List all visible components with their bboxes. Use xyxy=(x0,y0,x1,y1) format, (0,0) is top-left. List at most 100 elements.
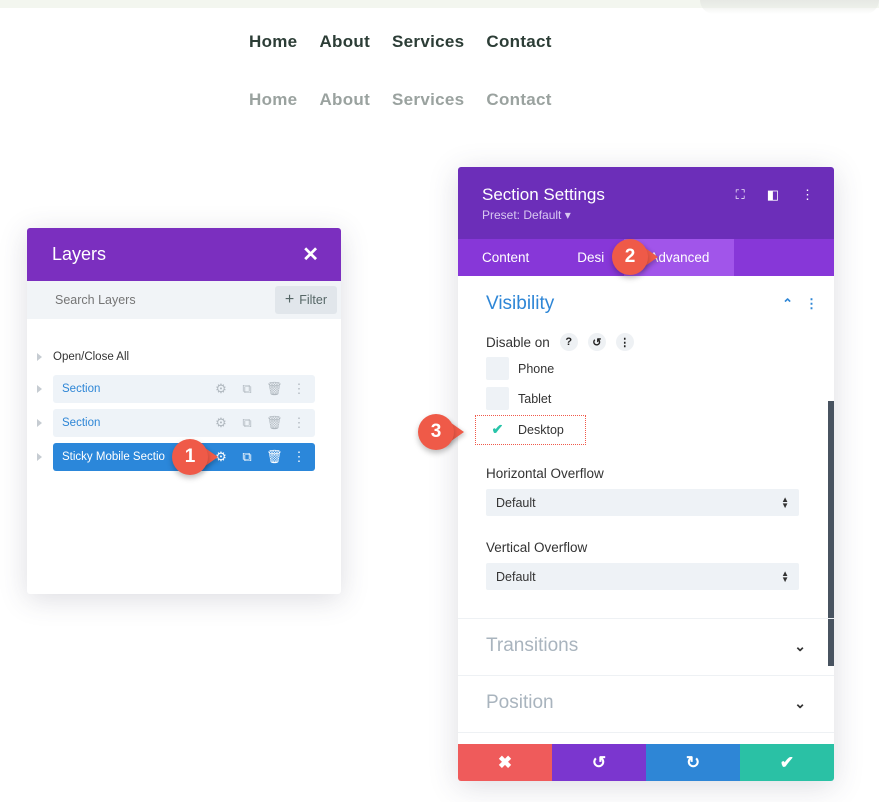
phone-checkbox[interactable] xyxy=(486,357,509,380)
more-icon[interactable]: ⋮ xyxy=(801,187,814,203)
layers-search-bar: + Filter xyxy=(27,281,341,319)
tablet-label: Tablet xyxy=(518,391,552,406)
more-icon[interactable]: ⋮ xyxy=(805,296,818,312)
gear-icon[interactable]: ⚙ xyxy=(214,416,228,430)
phone-label: Phone xyxy=(518,361,555,376)
transitions-section[interactable]: Transitions ⌄ xyxy=(486,635,806,657)
chevron-down-icon[interactable]: ⌄ xyxy=(794,695,806,712)
layers-tree: Open/Close All xyxy=(27,319,341,367)
vertical-overflow-value: Default xyxy=(496,569,536,584)
disable-on-row: Disable on ? ↺ ⋮ xyxy=(486,333,634,351)
preset-dropdown[interactable]: Preset: Default ▾ xyxy=(482,208,810,222)
layer-actions: ⚙ ⧉ 🗑︎ ⋮ xyxy=(214,450,306,464)
more-icon[interactable]: ⋮ xyxy=(292,450,306,464)
nav-link-services[interactable]: Services xyxy=(392,90,464,110)
callout-number: 2 xyxy=(612,239,648,275)
divider xyxy=(458,618,834,619)
chevron-down-icon[interactable]: ⌄ xyxy=(794,638,806,655)
layers-title: Layers xyxy=(52,244,107,264)
gear-icon[interactable]: ⚙ xyxy=(214,382,228,396)
settings-header: Section Settings Preset: Default ▾ ⛶ ◧ ⋮ xyxy=(458,167,834,239)
open-close-all-label: Open/Close All xyxy=(53,351,130,363)
tablet-checkbox[interactable] xyxy=(486,387,509,410)
more-icon[interactable]: ⋮ xyxy=(615,333,634,351)
trash-icon[interactable]: 🗑︎ xyxy=(266,416,283,430)
position-section[interactable]: Position ⌄ xyxy=(486,692,806,714)
save-button[interactable]: ✔ xyxy=(740,744,834,781)
layer-row[interactable]: Section ⚙ ⧉ 🗑︎ ⋮ xyxy=(27,409,341,437)
callout-3: 3 xyxy=(418,414,464,450)
horizontal-overflow-select[interactable]: Default ▲ ▼ xyxy=(486,489,799,516)
vertical-overflow-label: Vertical Overflow xyxy=(486,540,588,555)
trash-icon[interactable]: 🗑︎ xyxy=(266,382,283,396)
vertical-overflow-select[interactable]: Default ▲ ▼ xyxy=(486,563,799,590)
callout-number: 3 xyxy=(418,414,454,450)
expand-triangle-icon[interactable] xyxy=(37,419,42,427)
callout-1: 1 xyxy=(172,439,218,475)
tab-content[interactable]: Content xyxy=(458,239,553,276)
close-icon[interactable]: ✕ xyxy=(302,242,319,267)
secondary-nav: Home About Services Contact xyxy=(249,90,574,110)
disable-desktop-option[interactable]: ✔ Desktop xyxy=(486,418,564,441)
disable-tablet-option[interactable]: Tablet xyxy=(486,387,551,410)
disable-on-label: Disable on xyxy=(486,334,550,350)
layer-row[interactable]: Section ⚙ ⧉ 🗑︎ ⋮ xyxy=(27,375,341,403)
nav-link-home[interactable]: Home xyxy=(249,32,297,52)
layer-label[interactable]: Section xyxy=(62,383,100,395)
disable-phone-option[interactable]: Phone xyxy=(486,357,554,380)
visibility-title[interactable]: Visibility xyxy=(486,293,554,315)
duplicate-icon[interactable]: ⧉ xyxy=(240,382,254,396)
header-icons: ⛶ ◧ ⋮ xyxy=(736,187,814,203)
chevron-up-icon[interactable]: ⌃ xyxy=(782,296,793,312)
expand-triangle-icon[interactable] xyxy=(37,453,42,461)
layer-row-box[interactable]: Section ⚙ ⧉ 🗑︎ ⋮ xyxy=(53,409,315,437)
callout-2: 2 xyxy=(612,239,658,275)
nav-link-contact[interactable]: Contact xyxy=(486,32,551,52)
layers-header: Layers ✕ xyxy=(27,228,341,281)
scrollbar[interactable] xyxy=(828,401,834,666)
nav-link-about[interactable]: About xyxy=(319,32,370,52)
divider xyxy=(458,675,834,676)
expand-triangle-icon[interactable] xyxy=(37,353,42,361)
help-icon[interactable]: ? xyxy=(559,333,578,351)
layer-actions: ⚙ ⧉ 🗑︎ ⋮ xyxy=(214,382,306,396)
filter-label: Filter xyxy=(299,293,327,307)
reset-icon[interactable]: ↺ xyxy=(587,333,606,351)
layer-label[interactable]: Sticky Mobile Sectio xyxy=(62,451,165,463)
settings-body: Visibility ⌃ ⋮ Disable on ? ↺ ⋮ Phone Ta… xyxy=(458,276,834,781)
expand-triangle-icon[interactable] xyxy=(37,385,42,393)
trash-icon[interactable]: 🗑︎ xyxy=(266,450,283,464)
cancel-button[interactable]: ✖ xyxy=(458,744,552,781)
transitions-title[interactable]: Transitions xyxy=(486,635,578,657)
tab-design[interactable]: Desi xyxy=(553,239,604,276)
select-arrows-icon: ▲ ▼ xyxy=(781,568,789,584)
nav-link-services[interactable]: Services xyxy=(392,32,464,52)
layer-actions: ⚙ ⧉ 🗑︎ ⋮ xyxy=(214,416,306,430)
layer-row-box[interactable]: Section ⚙ ⧉ 🗑︎ ⋮ xyxy=(53,375,315,403)
desktop-checkbox-checked[interactable]: ✔ xyxy=(486,418,509,441)
nav-link-about[interactable]: About xyxy=(319,90,370,110)
filter-button[interactable]: + Filter xyxy=(274,286,337,314)
divider xyxy=(458,732,834,733)
nav-link-contact[interactable]: Contact xyxy=(486,90,551,110)
top-shadow xyxy=(700,0,879,14)
position-title[interactable]: Position xyxy=(486,692,554,714)
more-icon[interactable]: ⋮ xyxy=(292,382,306,396)
layer-label[interactable]: Section xyxy=(62,417,100,429)
search-layers-input[interactable] xyxy=(55,293,235,307)
open-close-all[interactable]: Open/Close All xyxy=(27,347,341,367)
callout-number: 1 xyxy=(172,439,208,475)
fullscreen-icon[interactable]: ⛶ xyxy=(736,187,745,203)
desktop-label: Desktop xyxy=(518,422,564,437)
redo-button[interactable]: ↻ xyxy=(646,744,740,781)
duplicate-icon[interactable]: ⧉ xyxy=(240,450,254,464)
layers-panel: Layers ✕ + Filter Open/Close All Section… xyxy=(27,228,341,594)
more-icon[interactable]: ⋮ xyxy=(292,416,306,430)
visibility-controls: ⌃ ⋮ xyxy=(782,296,818,312)
nav-link-home[interactable]: Home xyxy=(249,90,297,110)
split-view-icon[interactable]: ◧ xyxy=(767,187,779,203)
duplicate-icon[interactable]: ⧉ xyxy=(240,416,254,430)
horizontal-overflow-value: Default xyxy=(496,495,536,510)
undo-button[interactable]: ↺ xyxy=(552,744,646,781)
select-arrows-icon: ▲ ▼ xyxy=(781,494,789,510)
